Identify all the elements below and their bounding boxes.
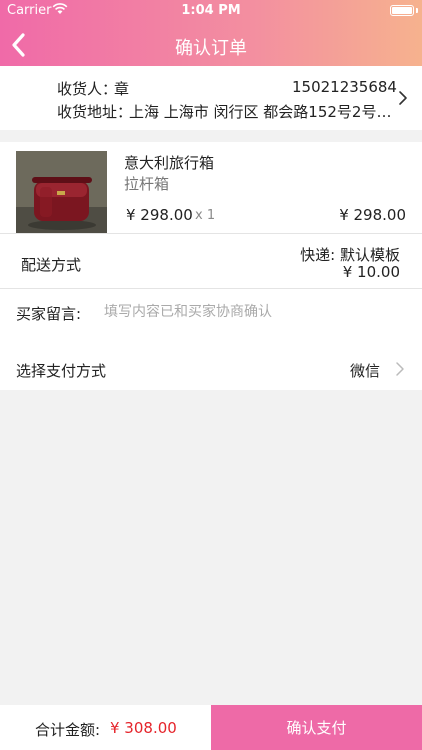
checkout-footer: 合计金额: ¥ 308.00 确认支付: [0, 705, 422, 750]
product-image[interactable]: [16, 151, 107, 233]
chevron-right-icon: [396, 362, 404, 376]
address-text: 上海 上海市 闵行区 都会路152号2号…: [129, 103, 392, 121]
buyer-message-label: 买家留言:: [16, 305, 82, 323]
shipping-method: 快递: 默认模板: [300, 246, 400, 264]
product-price: ¥ 298.00: [126, 206, 193, 224]
product-subtotal: ¥ 298.00: [339, 206, 406, 224]
status-bar: Carrier 1:04 PM: [0, 0, 422, 22]
battery-cap: [416, 8, 418, 13]
payment-method-row[interactable]: 选择支付方式 微信: [0, 346, 422, 390]
chevron-right-icon: [399, 91, 407, 105]
product-quantity: x 1: [195, 208, 216, 223]
divider: [0, 233, 422, 234]
product-subtitle: 拉杆箱: [124, 175, 170, 193]
buyer-message-input[interactable]: [100, 300, 408, 324]
receiver-name: 章: [114, 80, 130, 98]
status-time: 1:04 PM: [181, 3, 241, 18]
shipping-label: 配送方式: [21, 256, 82, 274]
receiver-label: 收货人：: [57, 80, 118, 98]
product-name: 意大利旅行箱: [124, 154, 215, 172]
shipping-address-card[interactable]: 收货人： 章 15021235684 收货地址： 上海 上海市 闵行区 都会路1…: [0, 66, 422, 130]
nav-header: Carrier 1:04 PM 确认订单: [0, 0, 422, 66]
shipping-fee: ¥ 10.00: [342, 263, 400, 281]
battery-icon: [390, 5, 414, 16]
payment-method-label: 选择支付方式: [16, 362, 107, 380]
total-label: 合计金额:: [35, 721, 101, 739]
page-title: 确认订单: [175, 38, 247, 59]
payment-method-value: 微信: [349, 362, 380, 380]
total-amount: ¥ 308.00: [110, 719, 177, 737]
address-label: 收货地址：: [57, 103, 133, 121]
confirm-payment-button[interactable]: 确认支付: [211, 705, 422, 750]
receiver-phone: 15021235684: [292, 78, 397, 96]
divider: [0, 288, 422, 289]
